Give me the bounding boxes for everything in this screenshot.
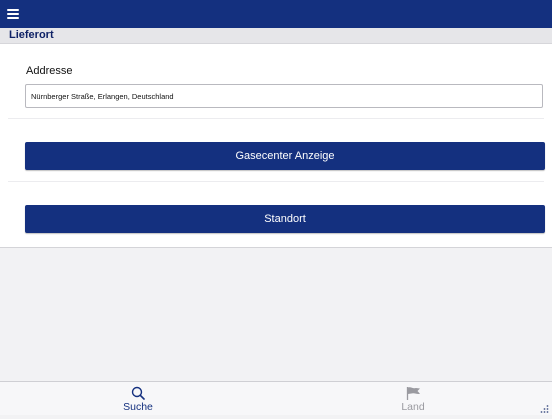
tab-suche[interactable]: Suche [68,382,208,415]
divider [8,181,544,182]
section-header: Lieferort [0,28,552,44]
tab-land[interactable]: Land [343,382,483,415]
address-input[interactable] [25,84,543,108]
tab-suche-label: Suche [123,401,153,413]
divider [8,118,544,119]
gasecenter-anzeige-button[interactable]: Gasecenter Anzeige [25,142,545,170]
resize-grip-icon [539,401,549,413]
main-content: Addresse Gasecenter Anzeige Standort [0,44,552,248]
standort-button[interactable]: Standort [25,205,545,233]
section-title: Lieferort [9,29,54,41]
flag-icon [405,386,421,400]
address-label: Addresse [26,65,73,77]
bottom-tab-bar: Suche Land [0,381,552,415]
hamburger-menu-icon[interactable] [7,9,19,19]
top-navigation-bar [0,0,552,28]
magnifier-icon [131,386,145,400]
tab-land-label: Land [401,401,425,413]
